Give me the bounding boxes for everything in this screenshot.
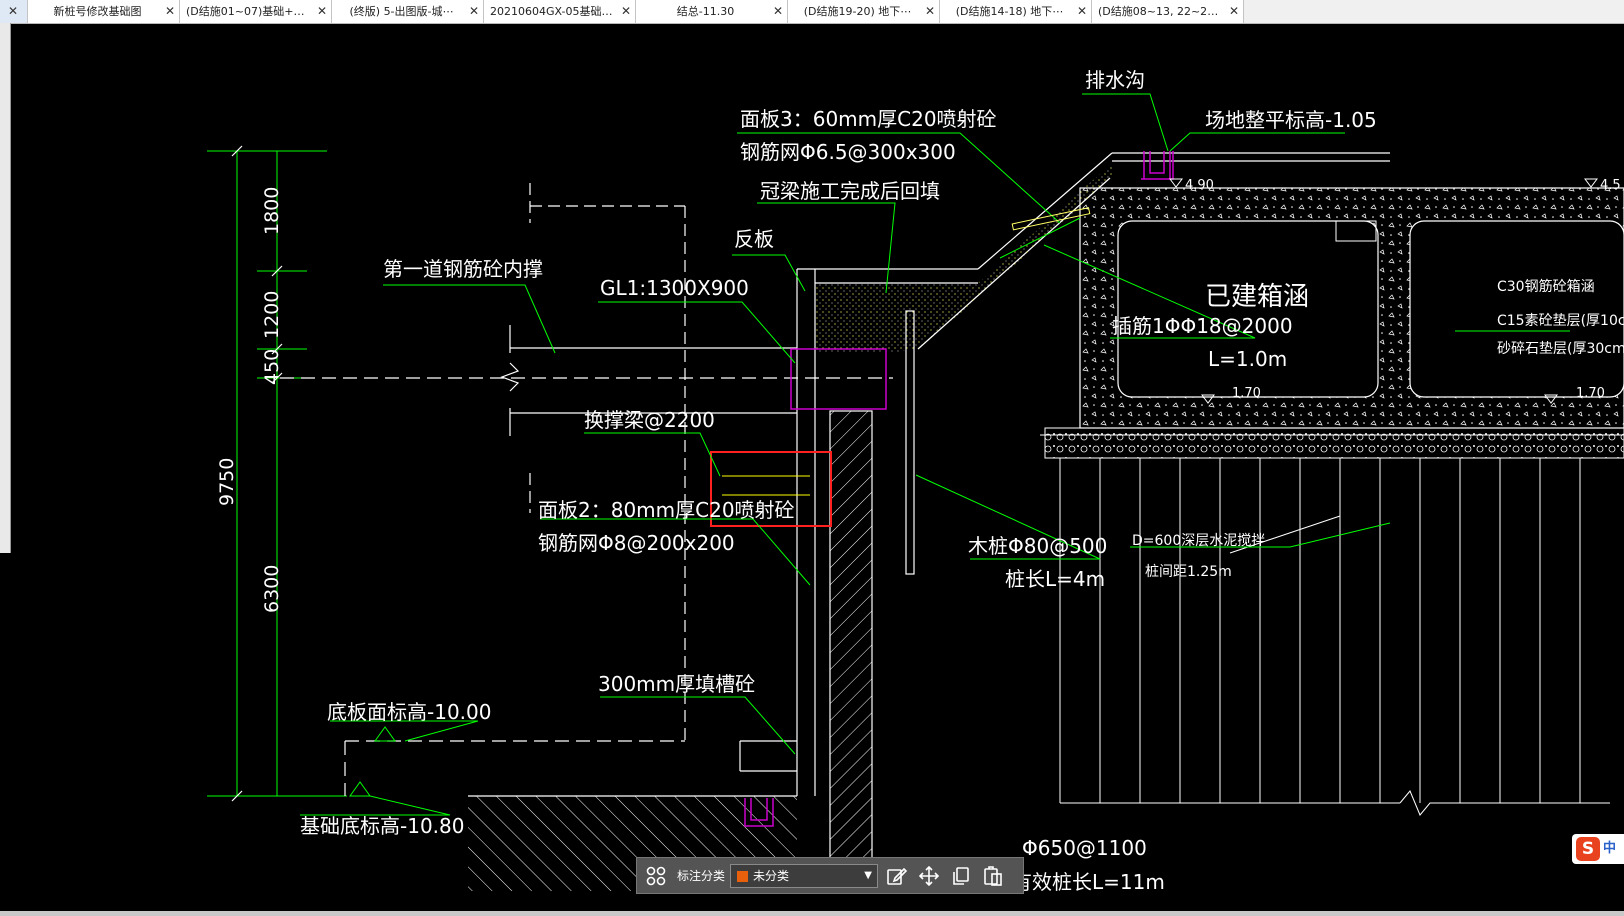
tab-close-icon[interactable]: ✕: [8, 0, 18, 23]
elev-4-5: 4.5: [1600, 178, 1621, 193]
ime-mode: 中: [1603, 841, 1617, 856]
label-panel3-line2: 钢筋网Φ6.5@300x300: [740, 140, 956, 164]
tab-6[interactable]: (D结施19-20) 地下⋯ ✕: [788, 0, 940, 23]
tab-label: 新桩号修改基础图: [53, 5, 142, 18]
toolbar-label: 标注分类: [677, 869, 726, 883]
label-gravel: 砂碎石垫层(厚30cm): [1497, 341, 1624, 357]
paste-icon[interactable]: [982, 865, 1004, 887]
edit-icon[interactable]: [885, 865, 908, 887]
dim-450: 450: [261, 349, 283, 385]
label-c15: C15素砼垫层(厚10cm): [1497, 313, 1624, 329]
elev-1-70-b: 1.70: [1576, 386, 1605, 401]
label-pile-length: 桩长L=4m: [1005, 567, 1105, 591]
dim-1800: 1800: [261, 187, 283, 235]
tab-5[interactable]: 结总-11.30 ✕: [636, 0, 788, 23]
elev-1-70-a: 1.70: [1232, 386, 1261, 401]
pile-wall-hatch: [829, 410, 873, 892]
label-mixing-spacing: 桩间距1.25m: [1145, 563, 1232, 580]
tab-close-icon[interactable]: ✕: [773, 0, 783, 23]
annotation-toolbar: 标注分类 未分类 ▼: [636, 857, 1024, 894]
move-icon[interactable]: [918, 865, 940, 887]
label-flip-slab: 反板: [734, 227, 774, 251]
label-backfill: 冠梁施工完成后回填: [760, 179, 940, 203]
copy-icon[interactable]: [950, 865, 972, 887]
tab-close-icon[interactable]: ✕: [925, 0, 935, 23]
label-mixing-pile: D=600深层水泥搅拌: [1132, 533, 1265, 549]
drain-channel: [1141, 151, 1174, 180]
tab-0[interactable]: ✕: [0, 0, 28, 23]
label-site-level: 场地整平标高-1.05: [1205, 108, 1377, 132]
label-first-strut: 第一道钢筋砼内撑: [383, 257, 543, 281]
label-panel2-line1: 面板2：80mm厚C20喷射砼: [538, 498, 795, 522]
tab-label: (D结施19-20) 地下⋯: [803, 5, 912, 18]
ime-indicator[interactable]: S 中: [1572, 834, 1624, 864]
grid-icon[interactable]: [645, 865, 667, 887]
tab-close-icon[interactable]: ✕: [1077, 0, 1087, 23]
tab-2[interactable]: (D结施01~07)基础+底⋯ ✕: [180, 0, 332, 23]
tab-label: 结总-11.30: [676, 5, 735, 18]
label-panel2-line2: 钢筋网Φ8@200x200: [538, 531, 735, 555]
dim-9750: 9750: [216, 458, 238, 506]
tab-label: (D结施08~13, 22~28)⋯: [1098, 5, 1225, 18]
tab-label: (D结施14-18) 地下⋯: [955, 5, 1064, 18]
label-foundation-bottom: 基础底标高-10.80: [300, 814, 464, 838]
tab-7[interactable]: (D结施14-18) 地下⋯ ✕: [940, 0, 1092, 23]
category-color-swatch: [737, 871, 748, 882]
tab-close-icon[interactable]: ✕: [1229, 0, 1239, 23]
label-slab-top: 底板面标高-10.00: [327, 700, 491, 724]
dim-6300: 6300: [261, 565, 283, 613]
tab-3[interactable]: (终版) 5-出图版-城⋯ ✕: [332, 0, 484, 23]
label-pile-650: Φ650@1100: [1022, 836, 1147, 860]
label-panel3-line1: 面板3：60mm厚C20喷射砼: [740, 107, 997, 131]
tab-close-icon[interactable]: ✕: [317, 0, 327, 23]
label-drain: 排水沟: [1085, 68, 1145, 92]
label-dowel: 插筋1ΦΦ18@2000: [1112, 314, 1293, 338]
label-dowel-length: L=1.0m: [1208, 347, 1287, 371]
mixing-piles: [1059, 458, 1610, 816]
tab-label: 20210604GX-05基础爆⋯: [490, 5, 617, 18]
category-dropdown[interactable]: 未分类 ▼: [730, 864, 878, 888]
label-c30: C30钢筋砼箱涵: [1497, 278, 1595, 295]
category-selected-value: 未分类: [753, 869, 790, 883]
dim-1200: 1200: [261, 291, 283, 339]
sogou-ime-icon: S: [1576, 837, 1600, 861]
tab-label: (终版) 5-出图版-城⋯: [349, 5, 454, 18]
crown-beam-outline: [790, 348, 887, 410]
label-box-culvert: 已建箱涵: [1205, 282, 1309, 312]
chevron-down-icon: ▼: [864, 870, 872, 881]
tab-label: (D结施01~07)基础+底⋯: [186, 5, 313, 18]
tab-close-icon[interactable]: ✕: [621, 0, 631, 23]
label-wood-pile: 木桩Φ80@500: [968, 534, 1107, 558]
document-tab-bar: ✕ 新桩号修改基础图 ✕ (D结施01~07)基础+底⋯ ✕ (终版) 5-出图…: [0, 0, 1624, 24]
status-strip: [0, 911, 1624, 916]
tab-close-icon[interactable]: ✕: [165, 0, 175, 23]
tab-close-icon[interactable]: ✕: [469, 0, 479, 23]
tab-4[interactable]: 20210604GX-05基础爆⋯ ✕: [484, 0, 636, 23]
label-effective-length: 有效桩长L=11m: [1012, 870, 1165, 894]
elev-4-90: 4.90: [1185, 178, 1214, 193]
label-gl1: GL1:1300X900: [600, 276, 749, 300]
tab-1[interactable]: 新桩号修改基础图 ✕: [28, 0, 180, 23]
label-fill-concrete: 300mm厚填槽砼: [598, 672, 755, 696]
cad-drawing-canvas[interactable]: 1800 1200 450 9750 6300 排水沟 场地整平标高-1.05 …: [0, 23, 1624, 911]
tab-8[interactable]: (D结施08~13, 22~28)⋯ ✕: [1092, 0, 1244, 23]
label-change-beam: 换撑梁@2200: [584, 408, 715, 432]
